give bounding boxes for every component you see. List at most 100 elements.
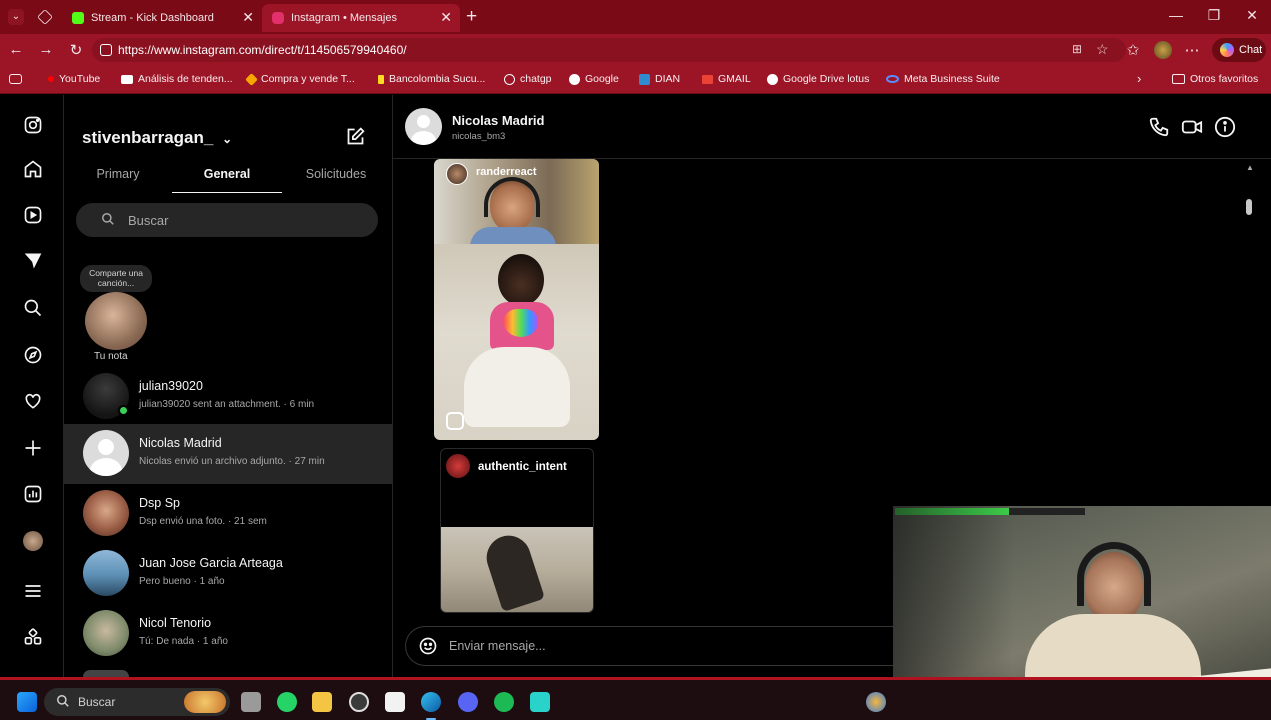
contact-avatar[interactable]	[405, 108, 442, 145]
address-bar-row: ← → ↻ https://www.instagram.com/direct/t…	[0, 34, 1271, 66]
discord-icon[interactable]	[458, 692, 478, 712]
windows-start-icon[interactable]	[17, 692, 37, 712]
bookmark-google-drive[interactable]: Google Drive lotus	[767, 73, 869, 85]
thread-name: Dsp Sp	[139, 496, 180, 510]
thread-juan-jose[interactable]: Juan Jose Garcia Arteaga Pero bueno · 1 …	[64, 544, 393, 604]
reels-icon[interactable]	[21, 203, 45, 227]
contact-name[interactable]: Nicolas Madrid	[452, 113, 544, 128]
dian-icon	[639, 73, 650, 85]
account-switcher[interactable]: stivenbarragan_ ⌄	[82, 128, 232, 148]
bookmark-compra-vende[interactable]: Compra y vende T...	[245, 72, 355, 86]
task-view-icon[interactable]	[241, 692, 261, 712]
forward-icon[interactable]: →	[36, 41, 56, 58]
file-explorer-icon[interactable]	[312, 692, 332, 712]
note-bubble[interactable]: Comparte una canción...	[80, 265, 152, 292]
more-menu-icon[interactable]	[21, 579, 45, 603]
edge-icon[interactable]	[421, 692, 441, 712]
thread-dsp-sp[interactable]: Dsp Sp Dsp envió una foto. · 21 sem	[64, 484, 393, 544]
online-indicator	[118, 405, 129, 416]
close-tab-icon[interactable]: ✕	[440, 9, 452, 26]
tab-instagram-messages[interactable]: Instagram • Mensajes ✕	[262, 4, 460, 32]
other-favorites[interactable]: Otros favoritos	[1172, 73, 1258, 85]
bookmark-chatgpt[interactable]: chatgp	[504, 73, 552, 85]
avatar	[83, 550, 129, 596]
messages-icon[interactable]	[21, 249, 45, 273]
bookmark-dian[interactable]: DIAN	[639, 73, 680, 85]
emoji-icon[interactable]	[418, 636, 438, 659]
thread-preview: Tú: De nada · 1 año	[139, 636, 228, 647]
app-available-icon[interactable]: ⊞	[1072, 42, 1082, 56]
profile-avatar[interactable]	[1154, 41, 1172, 59]
profile-avatar[interactable]	[21, 529, 45, 553]
message-input[interactable]: Enviar mensaje...	[405, 626, 965, 666]
workspaces-icon[interactable]	[37, 9, 53, 25]
thread-nicolas-madrid[interactable]: Nicolas Madrid Nicolas envió un archivo …	[64, 424, 393, 484]
favorites-icon[interactable]: ✩	[1123, 41, 1143, 59]
video-call-icon[interactable]	[1181, 116, 1203, 138]
thread-name: Nicolas Madrid	[139, 436, 222, 450]
favorite-star-icon[interactable]: ☆	[1096, 41, 1109, 58]
new-message-icon[interactable]	[345, 126, 366, 152]
kick-favicon-icon	[72, 12, 84, 24]
phone-call-icon[interactable]	[1148, 116, 1170, 138]
tab-requests[interactable]: Solicitudes	[281, 167, 391, 181]
explore-icon[interactable]	[21, 343, 45, 367]
avatar	[83, 490, 129, 536]
taskbar-search[interactable]: Buscar	[44, 688, 230, 716]
weather-icon[interactable]	[866, 692, 886, 712]
reel-child-head	[498, 254, 544, 306]
site-info-icon[interactable]	[100, 44, 112, 56]
shared-reel-message[interactable]: randerreact	[434, 159, 599, 440]
bookmarks-overflow-icon[interactable]: ›	[1137, 71, 1141, 86]
capcut-icon[interactable]	[385, 692, 405, 712]
bookmark-gmail[interactable]: GMAIL	[702, 73, 751, 85]
whatsapp-icon[interactable]	[277, 692, 297, 712]
spotify-icon[interactable]	[494, 692, 514, 712]
note-avatar[interactable]	[85, 292, 147, 350]
contact-username: nicolas_bm3	[452, 131, 506, 142]
tab-kick-dashboard[interactable]: Stream - Kick Dashboard ✕	[62, 4, 262, 32]
new-tab-icon[interactable]: +	[466, 6, 477, 28]
search-input[interactable]: Buscar	[76, 203, 378, 237]
tab-title: Stream - Kick Dashboard	[91, 12, 214, 24]
url-field[interactable]: https://www.instagram.com/direct/t/11450…	[92, 38, 1126, 62]
bookmark-meta-business[interactable]: Meta Business Suite	[886, 73, 1000, 85]
close-window-icon[interactable]: ✕	[1242, 7, 1262, 24]
active-tab-indicator	[172, 192, 282, 193]
bookmark-google[interactable]: Google	[569, 73, 619, 85]
dashboard-icon[interactable]	[21, 482, 45, 506]
reel-author: randerreact	[476, 166, 537, 178]
restore-icon[interactable]: ❐	[1204, 7, 1224, 24]
threads-apps-icon[interactable]	[21, 625, 45, 649]
scroll-thumb[interactable]	[1246, 199, 1252, 215]
copilot-chat-button[interactable]: Chat	[1212, 38, 1266, 62]
minimize-icon[interactable]: —	[1166, 7, 1186, 23]
tab-actions-icon[interactable]: ⌄	[8, 9, 24, 25]
tab-title: Instagram • Mensajes	[291, 12, 397, 24]
bookmark-bancolombia[interactable]: Bancolombia Sucu...	[378, 73, 485, 85]
scroll-up-icon[interactable]: ▲	[1246, 163, 1254, 172]
tab-primary[interactable]: Primary	[63, 167, 173, 181]
bookmark-youtube[interactable]: YouTube	[48, 73, 100, 85]
close-tab-icon[interactable]: ✕	[242, 9, 254, 26]
notifications-heart-icon[interactable]	[21, 389, 45, 413]
thread-julian39020[interactable]: julian39020 julian39020 sent an attachme…	[64, 367, 393, 427]
info-icon[interactable]	[1214, 116, 1236, 138]
thread-nicol-tenorio[interactable]: Nicol Tenorio Tú: De nada · 1 año	[64, 604, 393, 664]
bookmark-analisis[interactable]: Análisis de tenden...	[121, 73, 233, 85]
reading-list-icon[interactable]	[9, 74, 22, 84]
capcut-pro-icon[interactable]	[530, 692, 550, 712]
more-menu-icon[interactable]: ⋯	[1182, 41, 1202, 59]
instagram-logo-icon[interactable]	[21, 113, 45, 137]
obs-icon[interactable]	[349, 692, 369, 712]
reel-author: authentic_intent	[478, 461, 567, 473]
tab-general[interactable]: General	[172, 167, 282, 181]
back-icon[interactable]: ←	[6, 41, 26, 58]
home-icon[interactable]	[21, 157, 45, 181]
google-icon	[569, 73, 580, 85]
reload-icon[interactable]: ↻	[66, 41, 86, 59]
create-plus-icon[interactable]	[21, 436, 45, 460]
chevron-down-icon: ⌄	[222, 132, 233, 146]
shared-reel-message[interactable]: authentic_intent	[440, 448, 594, 613]
search-icon[interactable]	[21, 296, 45, 320]
